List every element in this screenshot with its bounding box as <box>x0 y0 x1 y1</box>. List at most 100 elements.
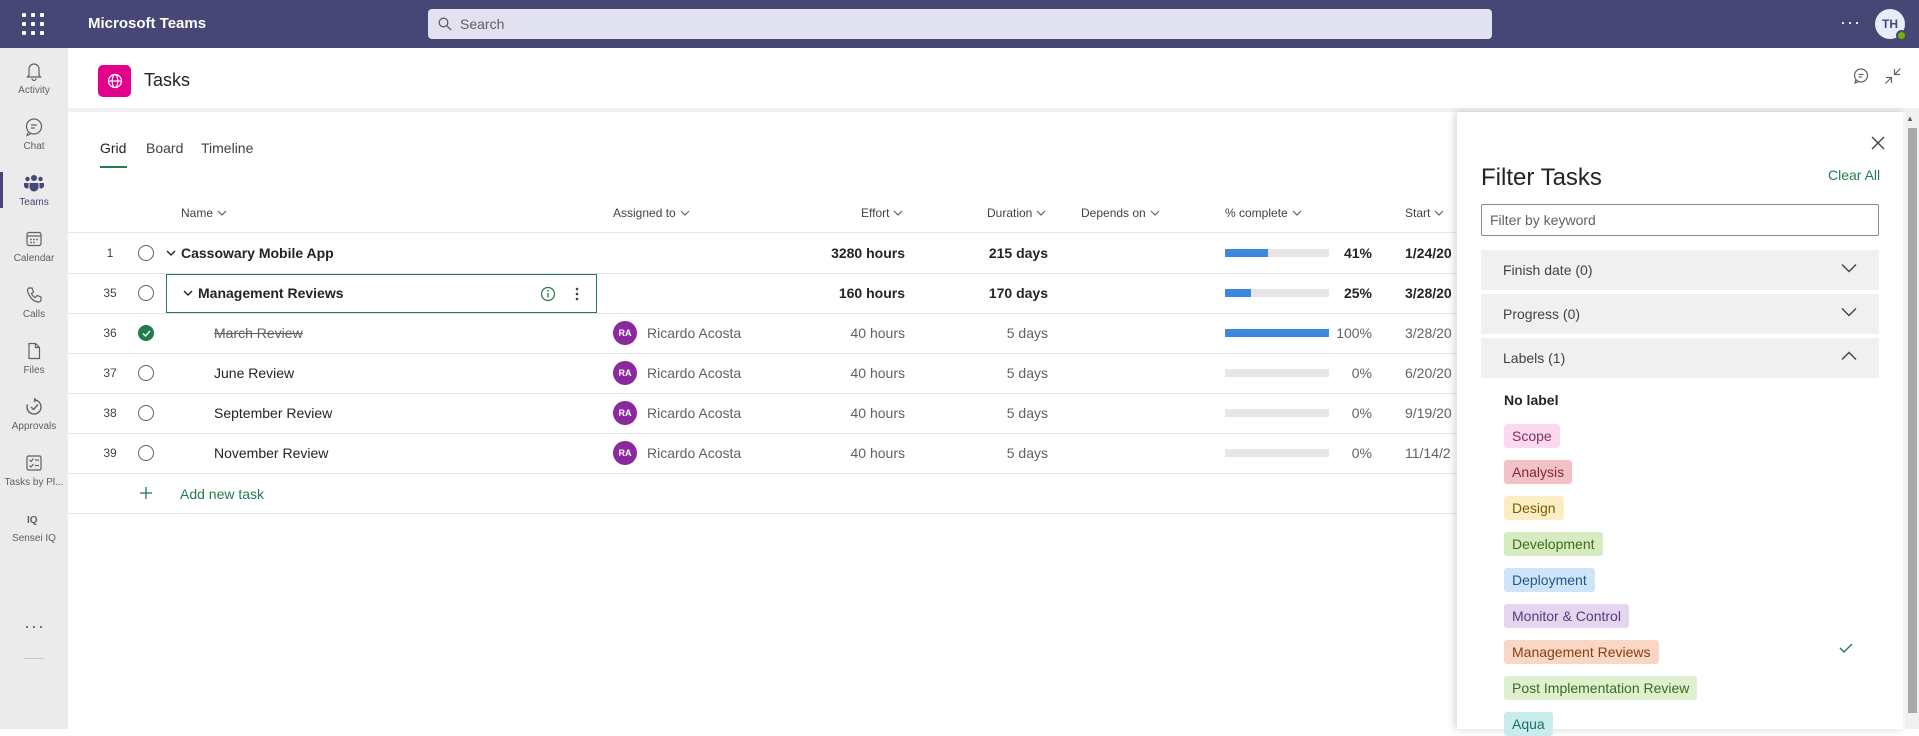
effort-value[interactable]: 3280 hours <box>831 233 905 273</box>
tab-board[interactable]: Board <box>146 140 183 156</box>
task-name[interactable]: November Review <box>214 433 328 473</box>
presence-available-icon <box>1896 30 1907 41</box>
label-chip[interactable]: Post Implementation Review <box>1504 676 1698 700</box>
label-chip[interactable]: Analysis <box>1504 460 1573 484</box>
task-complete-toggle[interactable] <box>138 273 154 313</box>
percent-complete[interactable]: 25% <box>1344 273 1372 313</box>
label-chip[interactable]: Scope <box>1504 424 1560 448</box>
task-name[interactable]: March Review <box>214 313 303 353</box>
label-chip[interactable]: Design <box>1504 496 1564 520</box>
rail-item-tasks[interactable]: Tasks by Pl... <box>0 442 68 498</box>
user-avatar[interactable]: TH <box>1875 9 1907 41</box>
filter-section-progress[interactable]: Progress (0) <box>1481 294 1879 334</box>
task-name[interactable]: September Review <box>214 393 332 433</box>
tab-timeline[interactable]: Timeline <box>201 140 253 156</box>
clear-all-button[interactable]: Clear All <box>1828 167 1880 183</box>
label-chip[interactable]: Management Reviews <box>1504 640 1659 664</box>
rail-item-activity[interactable]: Activity <box>0 50 68 106</box>
duration-value[interactable]: 170 days <box>989 273 1048 313</box>
assignee[interactable]: RA Ricardo Acosta <box>613 353 741 393</box>
duration-value[interactable]: 215 days <box>989 233 1048 273</box>
table-row[interactable]: 39 November Review RA Ricardo Acosta 40 h… <box>68 433 1458 473</box>
effort-value[interactable]: 40 hours <box>851 313 905 353</box>
more-vertical-icon[interactable] <box>574 286 580 302</box>
rail-item-calls[interactable]: Calls <box>0 274 68 330</box>
tab-grid[interactable]: Grid <box>100 140 126 156</box>
label-chip[interactable]: Development <box>1504 532 1603 556</box>
task-complete-toggle[interactable] <box>138 313 154 353</box>
start-date[interactable]: 3/28/20 <box>1405 313 1457 353</box>
assignee[interactable]: RA Ricardo Acosta <box>613 393 741 433</box>
task-complete-toggle[interactable] <box>138 233 154 273</box>
svg-text:IQ: IQ <box>27 515 38 526</box>
duration-value[interactable]: 5 days <box>1007 393 1048 433</box>
no-label-option[interactable]: No label <box>1504 392 1558 408</box>
filter-section-finish-date[interactable]: Finish date (0) <box>1481 250 1879 290</box>
percent-complete[interactable]: 100% <box>1336 313 1372 353</box>
percent-complete[interactable]: 0% <box>1352 433 1372 473</box>
more-options-icon[interactable]: ··· <box>1840 12 1861 33</box>
effort-value[interactable]: 40 hours <box>851 353 905 393</box>
table-row[interactable]: 38 September Review RA Ricardo Acosta 40 … <box>68 393 1458 433</box>
info-icon[interactable] <box>540 286 556 302</box>
task-name[interactable]: June Review <box>214 353 294 393</box>
rail-label: Chat <box>23 140 45 152</box>
column-header-duration[interactable]: Duration <box>987 206 1046 220</box>
close-icon[interactable] <box>1871 136 1885 150</box>
conversation-icon[interactable] <box>1852 67 1870 85</box>
effort-value[interactable]: 40 hours <box>851 433 905 473</box>
column-header-complete[interactable]: % complete <box>1225 206 1302 220</box>
duration-value[interactable]: 5 days <box>1007 353 1048 393</box>
start-date[interactable]: 9/19/20 <box>1405 393 1457 433</box>
app-launcher-icon[interactable] <box>22 13 44 35</box>
scrollbar-thumb[interactable] <box>1908 128 1917 713</box>
chevron-down-icon <box>1036 210 1046 216</box>
start-date[interactable]: 11/14/2 <box>1405 433 1457 473</box>
duration-value[interactable]: 5 days <box>1007 433 1048 473</box>
task-complete-toggle[interactable] <box>138 353 154 393</box>
add-new-task-row[interactable]: Add new task <box>68 474 1458 514</box>
task-name[interactable]: Cassowary Mobile App <box>181 233 334 273</box>
start-date[interactable]: 6/20/20 <box>1405 353 1457 393</box>
column-header-name[interactable]: Name <box>181 206 227 220</box>
table-row[interactable]: 37 June Review RA Ricardo Acosta 40 hours… <box>68 353 1458 393</box>
label-chip[interactable]: Monitor & Control <box>1504 604 1629 628</box>
start-date[interactable]: 3/28/20 <box>1405 273 1457 313</box>
assignee[interactable]: RA Ricardo Acosta <box>613 313 741 353</box>
scroll-up-icon[interactable]: ▲ <box>1906 114 1914 123</box>
column-header-depends[interactable]: Depends on <box>1081 206 1160 220</box>
task-complete-toggle[interactable] <box>138 433 154 473</box>
label-chip[interactable]: Deployment <box>1504 568 1595 592</box>
rail-item-chat[interactable]: Chat <box>0 106 68 162</box>
duration-value[interactable]: 5 days <box>1007 313 1048 353</box>
rail-item-teams[interactable]: Teams <box>0 162 68 218</box>
label-chip[interactable]: Aqua <box>1504 712 1553 736</box>
rail-item-files[interactable]: Files <box>0 330 68 386</box>
percent-complete[interactable]: 0% <box>1352 393 1372 433</box>
percent-complete[interactable]: 41% <box>1344 233 1372 273</box>
column-header-effort[interactable]: Effort <box>861 206 903 220</box>
task-complete-toggle[interactable] <box>138 393 154 433</box>
search-bar[interactable]: Search <box>428 9 1492 39</box>
sensei-icon: IQ <box>27 515 38 526</box>
percent-complete[interactable]: 0% <box>1352 353 1372 393</box>
table-row[interactable]: 36 March Review RA Ricardo Acosta 40 hour… <box>68 313 1458 353</box>
column-header-assigned[interactable]: Assigned to <box>613 206 690 220</box>
chevron-down-icon[interactable] <box>166 250 176 256</box>
collapse-icon[interactable] <box>1884 67 1902 85</box>
more-apps-icon[interactable]: ··· <box>24 616 45 637</box>
rail-item-sensei-iq[interactable]: IQ Sensei IQ <box>0 498 68 554</box>
assignee[interactable]: RA Ricardo Acosta <box>613 433 741 473</box>
effort-value[interactable]: 160 hours <box>839 273 905 313</box>
filter-keyword-input[interactable]: Filter by keyword <box>1481 204 1879 236</box>
start-date[interactable]: 1/24/20 <box>1405 233 1457 273</box>
column-header-start[interactable]: Start <box>1405 206 1444 220</box>
avatar: RA <box>613 321 637 345</box>
progress-fill <box>1225 249 1268 257</box>
filter-section-labels[interactable]: Labels (1) <box>1481 338 1879 378</box>
table-row[interactable]: 1 Cassowary Mobile App 3280 hours 215 da… <box>68 233 1458 273</box>
rail-item-approvals[interactable]: Approvals <box>0 386 68 442</box>
effort-value[interactable]: 40 hours <box>851 393 905 433</box>
incomplete-circle-icon <box>138 405 154 421</box>
rail-item-calendar[interactable]: Calendar <box>0 218 68 274</box>
